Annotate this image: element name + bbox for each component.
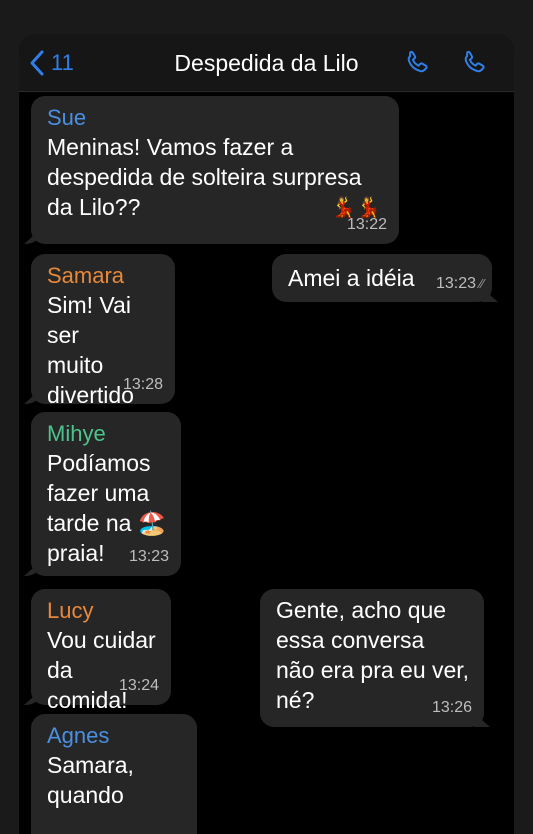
chat-screen: 11 Despedida da Lilo Sue Meninas! Vamos … — [19, 34, 514, 834]
message-time: 13:23 ⁄⁄ — [435, 275, 484, 292]
sender-name: Sue — [47, 105, 87, 130]
message-time: 13:22 — [346, 216, 387, 233]
phone-icon — [407, 50, 428, 73]
sender-name: Mihye — [47, 421, 106, 446]
phone-icon — [464, 50, 485, 73]
message-time: 13:26 — [431, 699, 472, 716]
voice-call-button[interactable] — [402, 48, 434, 80]
sender-name: Lucy — [47, 598, 94, 623]
message-bubble-outgoing[interactable]: Amei a idéia 13:23 ⁄⁄ — [272, 254, 492, 302]
message-time: 13:24 — [118, 677, 159, 694]
sender-name: Samara — [47, 263, 125, 288]
message-time: 13:28 — [122, 376, 163, 393]
message-bubble-outgoing[interactable]: Gente, acho que essa conversa não era pr… — [260, 589, 484, 727]
voice-call-button-2[interactable] — [459, 48, 491, 80]
chat-title[interactable]: Despedida da Lilo — [19, 50, 514, 77]
message-bubble[interactable]: Lucy Vou cuidar da comida! 13:24 — [31, 589, 171, 713]
message-text: Samara, quando — [47, 752, 134, 808]
message-time: 13:23 — [128, 548, 169, 565]
message-bubble[interactable]: Mihye Podíamos fazer uma tarde na 🏖️ pra… — [31, 412, 181, 576]
message-text: Vou cuidar da comida! — [47, 627, 156, 713]
message-bubble[interactable]: Sue Meninas! Vamos fazer a despedida de … — [31, 96, 399, 244]
message-bubble[interactable]: Samara Sim! Vai ser muito divertido☺️ 13… — [31, 254, 175, 438]
message-bubble[interactable]: Agnes Samara, quando — [31, 714, 197, 834]
read-receipt-icon: ⁄⁄ — [476, 276, 484, 291]
chat-header: 11 Despedida da Lilo — [19, 34, 514, 92]
sender-name: Agnes — [47, 723, 110, 748]
